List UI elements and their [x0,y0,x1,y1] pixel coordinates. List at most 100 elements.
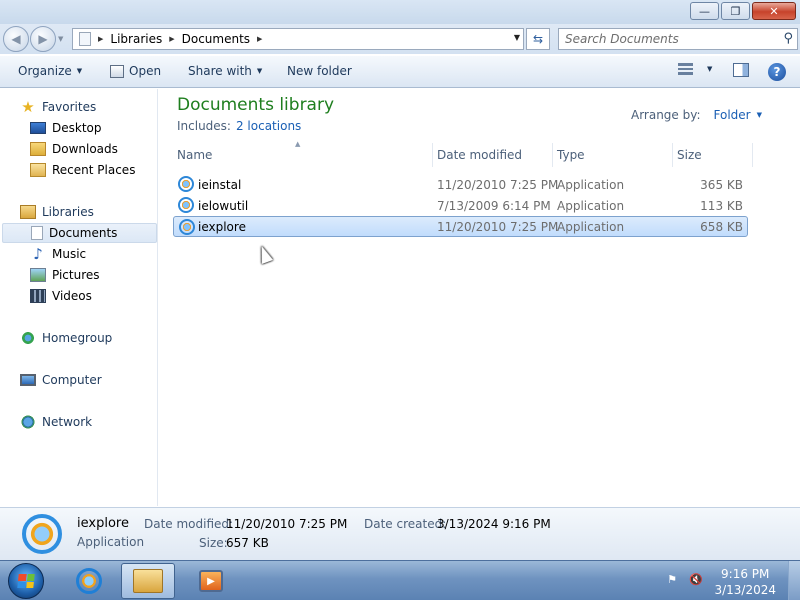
taskbar-media-player[interactable]: ▶ [184,563,238,599]
preview-pane-button[interactable] [733,63,749,77]
new-folder-label: New folder [287,64,352,78]
minimize-button[interactable]: — [690,2,719,20]
folder-icon [133,569,163,593]
breadcrumb-separator-icon[interactable]: ▶ [169,35,174,43]
sidebar-item-documents[interactable]: Documents [2,223,157,243]
table-row-selected[interactable]: iexplore 11/20/2010 7:25 PM Application … [173,216,748,237]
computer-icon [20,374,36,386]
file-name: ieinstal [198,177,242,192]
recent-places-icon [30,163,46,177]
sidebar-item-videos[interactable]: Videos [30,286,92,306]
column-header-date-modified[interactable]: Date modified [433,143,553,167]
star-icon: ★ [21,98,35,116]
file-list-pane: Documents library Includes: 2 locations A… [159,89,800,506]
refresh-button[interactable]: ⇆ [526,28,550,50]
forward-button[interactable]: ▶ [30,26,56,52]
file-date-modified: 7/13/2009 6:14 PM [437,198,551,213]
clock[interactable]: 9:16 PM 3/13/2024 [714,566,776,598]
address-bar[interactable]: ▶ Libraries ▶ Documents ▶ ▼ [72,28,524,50]
sidebar-item-pictures[interactable]: Pictures [30,265,100,285]
clock-date: 3/13/2024 [714,583,776,597]
file-type: Application [557,198,625,213]
preview-pane-icon [733,63,749,77]
organize-label: Organize [18,64,72,78]
maximize-button[interactable]: ❐ [721,2,750,20]
column-headers: ▲ Name Date modified Type Size [173,140,753,167]
title-bar: — ❐ ✕ [0,0,800,24]
chevron-down-icon[interactable]: ▼ [707,65,712,73]
breadcrumb-libraries[interactable]: Libraries [110,32,162,46]
arrange-by-label: Arrange by: [630,108,701,122]
recent-pages-dropdown[interactable]: ▼ [58,35,63,43]
sidebar-item-label: Computer [42,373,102,387]
details-date-created-label: Date created: [364,517,447,531]
file-size: 658 KB [700,219,743,234]
breadcrumb-documents[interactable]: Documents [182,32,250,46]
details-pane: iexplore Application Date modified: 11/2… [0,507,800,560]
open-icon [110,64,124,78]
sidebar-item-recent-places[interactable]: Recent Places [30,160,135,180]
desktop-icon [30,122,46,134]
column-header-type[interactable]: Type [553,143,673,167]
arrange-by-value: Folder [713,108,751,122]
file-size: 365 KB [700,177,743,192]
command-bar: Organize ▼ Open Share with ▼ New folder … [0,56,800,88]
address-dropdown-icon[interactable]: ▼ [514,33,520,42]
help-button[interactable]: ? [768,63,786,81]
sidebar-item-libraries[interactable]: Libraries [20,202,94,222]
file-name: iexplore [198,219,246,234]
help-icon: ? [768,63,786,81]
sidebar-item-desktop[interactable]: Desktop [30,118,102,138]
file-date-modified: 11/20/2010 7:25 PM [437,219,559,234]
share-with-label: Share with [188,64,252,78]
close-button[interactable]: ✕ [752,2,796,20]
sidebar-item-label: Downloads [52,142,118,156]
change-view-button[interactable]: ▼ [678,63,712,75]
back-button[interactable]: ◀ [3,26,29,52]
breadcrumb-separator-icon[interactable]: ▶ [98,35,103,43]
sidebar-item-network[interactable]: Network [20,412,92,432]
show-desktop-button[interactable] [788,561,800,600]
taskbar-internet-explorer[interactable] [62,563,116,599]
arrange-by: Arrange by: Folder ▼ [631,108,762,122]
navigation-bar: ◀ ▶ ▼ ▶ Libraries ▶ Documents ▶ ▼ ⇆ ⚲ [0,24,800,54]
taskbar-windows-explorer[interactable] [121,563,175,599]
taskbar: ▶ ⚑ 🔇 9:16 PM 3/13/2024 [0,560,800,600]
libraries-location-icon [79,32,91,46]
share-with-button[interactable]: Share with ▼ [188,64,262,78]
action-center-flag-icon[interactable]: ⚑ [664,571,680,587]
open-button[interactable]: Open [110,64,161,78]
film-strip-icon [30,289,46,303]
table-row[interactable]: ieinstal 11/20/2010 7:25 PM Application … [173,174,748,195]
clock-time: 9:16 PM [721,567,770,581]
breadcrumb-separator-icon[interactable]: ▶ [257,35,262,43]
search-icon[interactable]: ⚲ [783,31,793,46]
window-controls: — ❐ ✕ [690,2,796,20]
start-button[interactable] [8,563,44,599]
table-row[interactable]: ielowutil 7/13/2009 6:14 PM Application … [173,195,748,216]
sidebar-item-favorites[interactable]: ★ Favorites [20,97,96,117]
sidebar-item-homegroup[interactable]: Homegroup [20,328,112,348]
column-header-size[interactable]: Size [673,143,753,167]
navigation-pane: ★ Favorites Desktop Downloads Recent Pla… [0,89,158,506]
media-player-icon: ▶ [199,570,223,592]
sidebar-item-computer[interactable]: Computer [20,370,102,390]
organize-button[interactable]: Organize ▼ [18,64,82,78]
search-input[interactable] [565,29,775,49]
windows-logo-icon [17,574,35,588]
file-name: ielowutil [198,198,249,213]
details-size: 657 KB [226,536,269,550]
open-label: Open [129,64,162,78]
music-note-icon: ♪ [33,245,43,263]
search-box[interactable]: ⚲ [558,28,798,50]
network-icon [20,415,36,429]
file-size: 113 KB [700,198,743,213]
sidebar-item-downloads[interactable]: Downloads [30,139,118,159]
volume-muted-icon[interactable]: 🔇 [688,571,704,587]
arrange-by-dropdown[interactable]: Folder ▼ [714,108,762,122]
sidebar-item-music[interactable]: ♪ Music [30,244,86,264]
column-header-name[interactable]: Name [173,143,433,167]
new-folder-button[interactable]: New folder [287,64,352,78]
locations-link[interactable]: 2 locations [236,119,301,133]
includes-label: Includes: [177,119,231,133]
